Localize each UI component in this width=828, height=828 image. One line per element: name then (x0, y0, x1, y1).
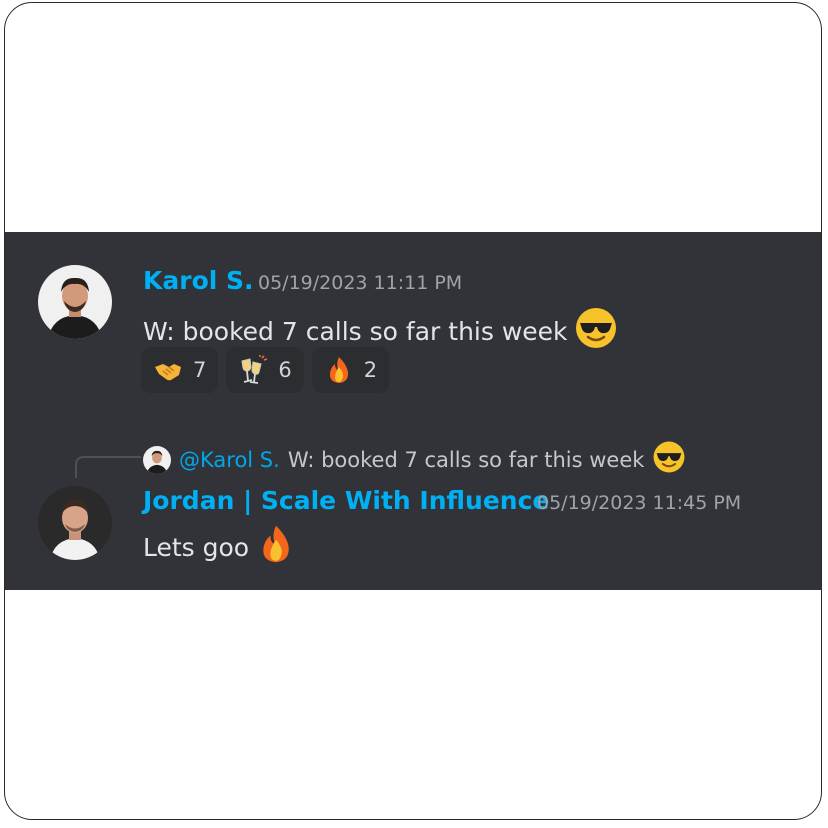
reply-connector (75, 456, 141, 478)
handshake-icon (153, 355, 183, 385)
message-timestamp: 05/19/2023 11:45 PM (537, 492, 742, 514)
reaction-count: 2 (363, 358, 378, 382)
author-name[interactable]: Karol S. (143, 266, 254, 295)
message-content: Lets goo (143, 523, 297, 571)
avatar-jordan[interactable] (38, 486, 112, 560)
author-name[interactable]: Jordan | Scale With Influence (143, 486, 549, 515)
reactions-bar: 7 6 2 (141, 347, 390, 393)
reply-avatar (143, 445, 171, 474)
reaction-count: 6 (278, 358, 292, 382)
avatar-karol[interactable] (38, 265, 112, 339)
message-text: W: booked 7 calls so far this week (143, 316, 568, 346)
fire-emoji-icon (255, 523, 297, 571)
reply-text: W: booked 7 calls so far this week (287, 447, 645, 472)
fire-icon (324, 355, 354, 385)
reaction-count: 7 (193, 358, 207, 382)
reply-reference[interactable]: @Karol S. W: booked 7 calls so far this … (143, 440, 686, 479)
clinking-glasses-icon (238, 355, 268, 385)
sunglasses-emoji-icon (652, 440, 686, 479)
message-timestamp: 05/19/2023 11:11 PM (258, 272, 463, 294)
image-frame: Karol S. 05/19/2023 11:11 PM W: booked 7… (4, 2, 822, 820)
reaction-handshake[interactable]: 7 (141, 347, 219, 393)
sunglasses-emoji-icon (574, 306, 618, 356)
message-text: Lets goo (143, 532, 250, 562)
chat-panel: Karol S. 05/19/2023 11:11 PM W: booked 7… (5, 232, 821, 590)
reply-mention[interactable]: @Karol S. (179, 448, 280, 472)
reaction-clinking-glasses[interactable]: 6 (226, 347, 304, 393)
reaction-fire[interactable]: 2 (311, 347, 390, 393)
